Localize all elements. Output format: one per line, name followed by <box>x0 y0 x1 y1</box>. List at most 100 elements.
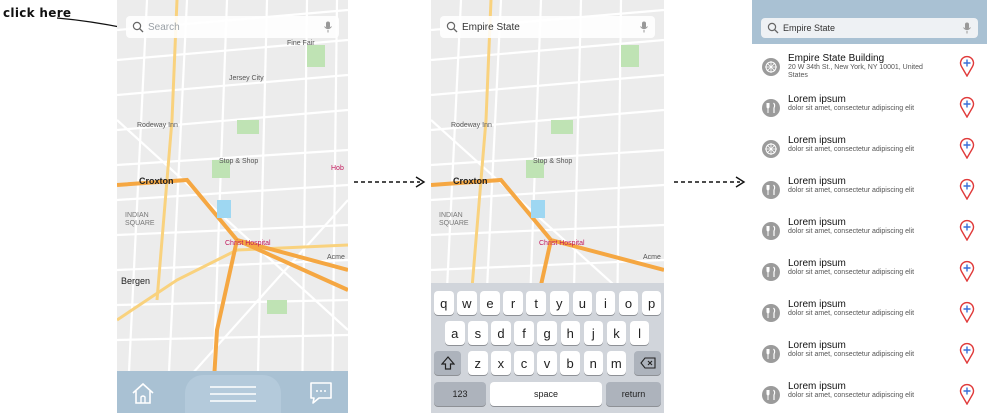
backspace-key[interactable] <box>634 351 661 375</box>
result-title: Lorem ipsum <box>788 217 846 228</box>
result-row[interactable]: Empire State Building 20 W 34th St., New … <box>752 49 987 91</box>
add-location-pin-icon[interactable] <box>959 219 975 246</box>
search-bar[interactable]: Empire State <box>440 16 655 38</box>
add-location-pin-icon[interactable] <box>959 55 975 82</box>
key-o[interactable]: o <box>618 291 639 315</box>
result-row[interactable]: Lorem ipsum dolor sit amet, consectetur a… <box>752 131 987 173</box>
screen-results: Empire State Empire State Building 20 W 3… <box>752 0 987 413</box>
microphone-icon[interactable] <box>323 21 333 33</box>
key-s[interactable]: s <box>468 321 488 345</box>
key-h[interactable]: h <box>560 321 580 345</box>
bottom-nav-bar <box>117 371 348 413</box>
map-label-croxton: Croxton <box>453 176 488 186</box>
chat-icon[interactable] <box>308 380 334 406</box>
microphone-icon[interactable] <box>639 21 649 33</box>
building-icon <box>762 140 780 158</box>
add-location-pin-icon[interactable] <box>959 137 975 164</box>
map-label-croxton: Croxton <box>139 176 174 186</box>
result-row[interactable]: Lorem ipsum dolor sit amet, consectetur a… <box>752 336 987 378</box>
map-label-christ-hospital: Christ Hospital <box>539 240 585 247</box>
menu-button[interactable] <box>184 375 281 413</box>
key-y[interactable]: y <box>549 291 569 315</box>
map-label-indian-square: INDIAN SQUARE <box>439 212 469 227</box>
key-q[interactable]: q <box>434 291 454 315</box>
result-title: Lorem ipsum <box>788 94 846 105</box>
microphone-icon[interactable] <box>962 22 972 34</box>
key-n[interactable]: n <box>583 351 603 375</box>
result-row[interactable]: Lorem ipsum dolor sit amet, consectetur a… <box>752 377 987 413</box>
return-key[interactable]: return <box>606 382 661 406</box>
key-e[interactable]: e <box>480 291 500 315</box>
menu-icon <box>209 386 256 402</box>
key-x[interactable]: x <box>491 351 511 375</box>
map-label-stop-shop: Stop & Shop <box>533 158 573 165</box>
key-g[interactable]: g <box>537 321 557 345</box>
search-icon <box>132 21 144 33</box>
key-r[interactable]: r <box>503 291 523 315</box>
result-subtitle: 20 W 34th St., New York, NY 10001, Unite… <box>788 64 923 79</box>
add-location-pin-icon[interactable] <box>959 178 975 205</box>
result-subtitle: dolor sit amet, consectetur adipiscing e… <box>788 392 915 399</box>
flow-arrow-2-icon <box>674 176 746 188</box>
result-row[interactable]: Lorem ipsum dolor sit amet, consectetur a… <box>752 172 987 214</box>
result-subtitle: dolor sit amet, consectetur adipiscing e… <box>788 228 915 235</box>
key-i[interactable]: i <box>595 291 616 315</box>
search-input[interactable]: Empire State <box>458 22 639 33</box>
screen-typing: Rodeway Inn Stop & Shop Croxton INDIAN S… <box>431 0 664 413</box>
add-location-pin-icon[interactable] <box>959 383 975 410</box>
add-location-pin-icon[interactable] <box>959 342 975 369</box>
key-d[interactable]: d <box>491 321 511 345</box>
add-location-pin-icon[interactable] <box>959 260 975 287</box>
map-label-christ-hospital: Christ Hospital <box>225 240 271 247</box>
key-p[interactable]: p <box>641 291 662 315</box>
add-location-pin-icon[interactable] <box>959 96 975 123</box>
result-title: Lorem ipsum <box>788 135 846 146</box>
key-m[interactable]: m <box>606 351 627 375</box>
keyboard: q w e r t y u i o p a s d f g h j k l z x c v b n m 123 space return <box>431 283 664 413</box>
result-title: Lorem ipsum <box>788 176 846 187</box>
key-k[interactable]: k <box>606 321 627 345</box>
key-j[interactable]: j <box>583 321 604 345</box>
key-w[interactable]: w <box>457 291 477 315</box>
result-title: Lorem ipsum <box>788 340 846 351</box>
flow-arrow-1-icon <box>354 176 426 188</box>
key-c[interactable]: c <box>514 351 534 375</box>
result-title: Lorem ipsum <box>788 299 846 310</box>
key-u[interactable]: u <box>572 291 593 315</box>
key-b[interactable]: b <box>560 351 580 375</box>
results-header: Empire State <box>752 0 987 44</box>
building-icon <box>762 58 780 76</box>
result-row[interactable]: Lorem ipsum dolor sit amet, consectetur a… <box>752 90 987 132</box>
home-icon[interactable] <box>131 381 155 405</box>
map-label-hob: Hob <box>331 165 344 172</box>
restaurant-icon <box>762 99 780 117</box>
map-label-acme: Acme <box>327 254 345 261</box>
map-view[interactable] <box>117 0 348 413</box>
space-key[interactable]: space <box>490 382 602 406</box>
result-subtitle: dolor sit amet, consectetur adipiscing e… <box>788 187 915 194</box>
result-row[interactable]: Lorem ipsum dolor sit amet, consectetur a… <box>752 295 987 337</box>
key-z[interactable]: z <box>468 351 488 375</box>
map-label-indian-square: INDIAN SQUARE <box>125 212 155 227</box>
add-location-pin-icon[interactable] <box>959 301 975 328</box>
numbers-key[interactable]: 123 <box>434 382 486 406</box>
map-label-bergen: Bergen <box>121 276 151 286</box>
map-label-rodeway-inn: Rodeway Inn <box>137 122 178 129</box>
search-input[interactable]: Empire State <box>779 23 962 33</box>
key-a[interactable]: a <box>445 321 465 345</box>
result-title: Empire State Building <box>788 53 885 64</box>
map-label-acme: Acme <box>643 254 661 261</box>
map-label-jersey-city: Jersey City <box>229 75 264 82</box>
key-t[interactable]: t <box>526 291 546 315</box>
result-row[interactable]: Lorem ipsum dolor sit amet, consectetur a… <box>752 254 987 296</box>
search-bar[interactable]: Empire State <box>761 18 978 38</box>
shift-key[interactable] <box>434 351 461 375</box>
restaurant-icon <box>762 263 780 281</box>
search-bar[interactable]: Search <box>126 16 339 38</box>
key-v[interactable]: v <box>537 351 557 375</box>
map-label-stop-shop: Stop & Shop <box>219 158 259 165</box>
result-row[interactable]: Lorem ipsum dolor sit amet, consectetur a… <box>752 213 987 255</box>
result-subtitle: dolor sit amet, consectetur adipiscing e… <box>788 146 915 153</box>
key-l[interactable]: l <box>629 321 650 345</box>
key-f[interactable]: f <box>514 321 534 345</box>
